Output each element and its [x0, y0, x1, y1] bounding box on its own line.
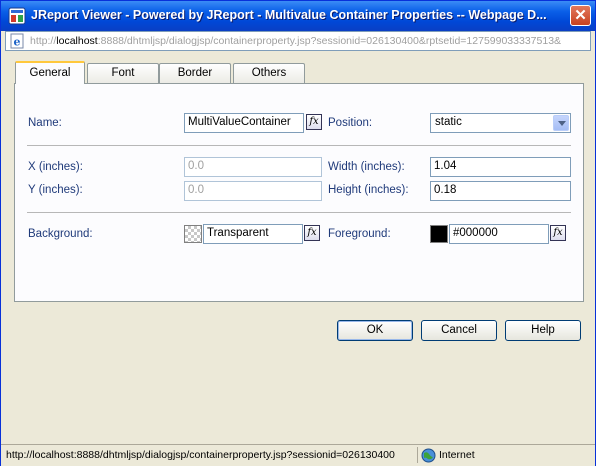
- background-label: Background:: [28, 228, 93, 240]
- width-label: Width (inches):: [328, 161, 405, 173]
- security-zone: Internet: [439, 449, 475, 461]
- general-panel: Name: MultiValueContainer fx Position: s…: [14, 83, 584, 302]
- tab-font-label: Font: [111, 67, 135, 79]
- close-button[interactable]: ✕: [570, 5, 591, 26]
- tab-others-label: Others: [251, 67, 287, 79]
- address-bar[interactable]: e http://localhost:8888/dhtmljsp/dialogj…: [5, 31, 591, 51]
- y-label: Y (inches):: [28, 184, 83, 196]
- position-select[interactable]: static: [430, 113, 571, 133]
- window-title: JReport Viewer - Powered by JReport - Mu…: [31, 8, 547, 22]
- ie-page-icon: e: [10, 33, 24, 49]
- tab-border-label: Border: [177, 67, 213, 79]
- x-label: X (inches):: [28, 161, 83, 173]
- background-input[interactable]: Transparent: [203, 224, 303, 244]
- name-label: Name:: [28, 117, 62, 129]
- y-input[interactable]: 0.0: [184, 181, 322, 201]
- foreground-label: Foreground:: [328, 228, 391, 240]
- separator-2: [27, 212, 571, 213]
- foreground-fx-button[interactable]: fx: [550, 225, 566, 241]
- position-label: Position:: [328, 117, 373, 129]
- foreground-swatch[interactable]: [430, 225, 448, 243]
- tab-font[interactable]: Font: [87, 63, 159, 83]
- tab-general[interactable]: General: [15, 61, 85, 84]
- position-value: static: [435, 116, 462, 128]
- globe-icon: [421, 448, 436, 463]
- x-input[interactable]: 0.0: [184, 157, 322, 177]
- height-label: Height (inches):: [328, 184, 409, 196]
- foreground-input[interactable]: #000000: [449, 224, 549, 244]
- status-bar: http://localhost:8888/dhtmljsp/dialogjsp…: [1, 444, 595, 466]
- jreport-icon: [8, 7, 26, 25]
- close-icon: ✕: [574, 7, 587, 24]
- chevron-down-icon[interactable]: [553, 115, 569, 131]
- address-host: localhost: [56, 35, 98, 47]
- tab-general-label: General: [29, 67, 71, 79]
- tab-others[interactable]: Others: [233, 63, 305, 83]
- name-fx-button[interactable]: fx: [306, 114, 322, 130]
- background-fx-button[interactable]: fx: [304, 225, 320, 241]
- tab-border[interactable]: Border: [159, 63, 231, 83]
- height-input[interactable]: 0.18: [430, 181, 571, 201]
- background-swatch[interactable]: [184, 225, 202, 243]
- address-url: http://localhost:8888/dhtmljsp/dialogjsp…: [30, 35, 561, 47]
- cancel-button[interactable]: Cancel: [421, 320, 497, 341]
- dialog-window: JReport Viewer - Powered by JReport - Mu…: [0, 0, 596, 466]
- status-url: http://localhost:8888/dhtmljsp/dialogjsp…: [6, 449, 395, 461]
- name-input[interactable]: MultiValueContainer: [184, 113, 304, 133]
- status-divider: [417, 447, 418, 463]
- address-path: :8888/dhtmljsp/dialogjsp/containerproper…: [97, 35, 562, 47]
- title-bar[interactable]: JReport Viewer - Powered by JReport - Mu…: [1, 1, 595, 31]
- address-prefix: http://: [30, 35, 57, 47]
- help-button[interactable]: Help: [505, 320, 581, 341]
- svg-text:e: e: [14, 36, 21, 49]
- width-input[interactable]: 1.04: [430, 157, 571, 177]
- separator-1: [27, 145, 571, 146]
- ok-button[interactable]: OK: [337, 320, 413, 341]
